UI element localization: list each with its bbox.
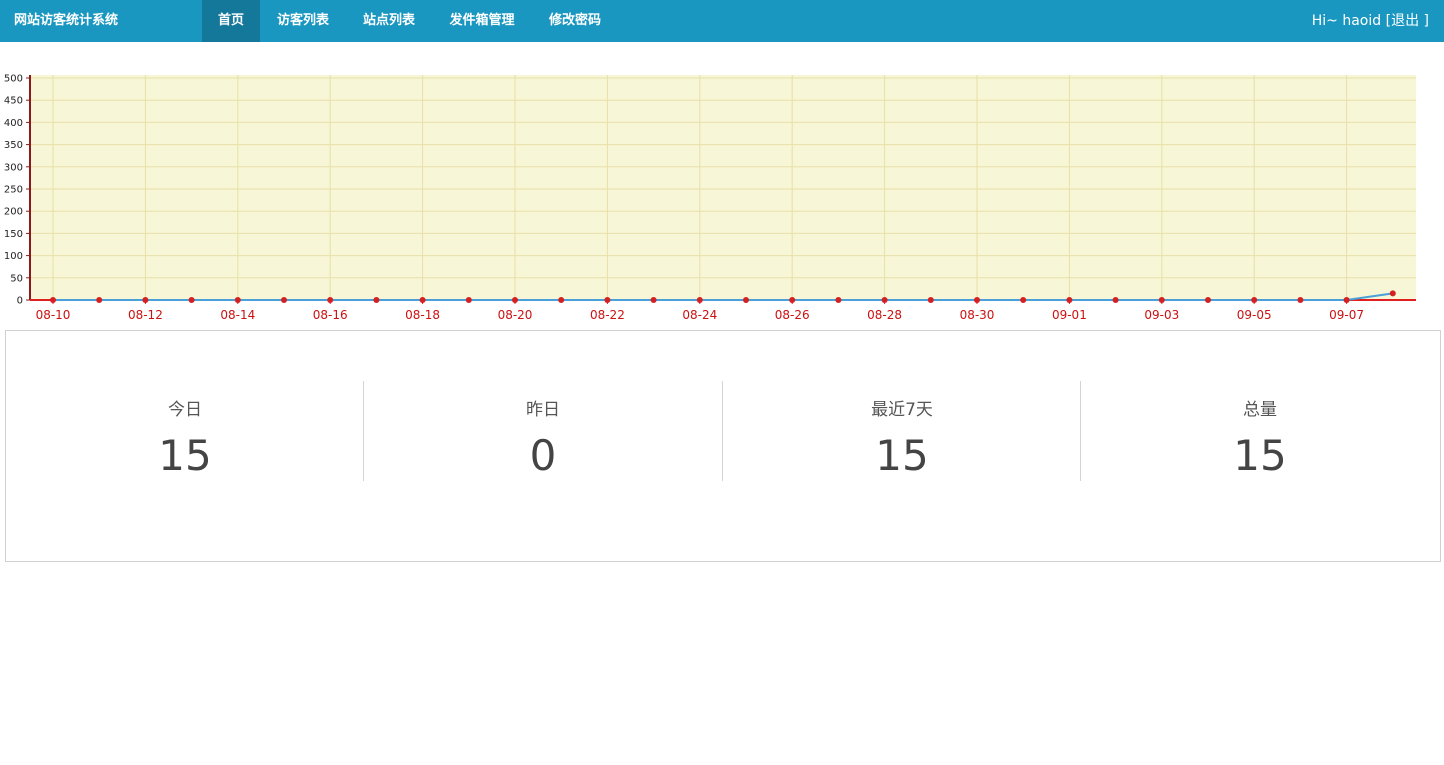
logout-link[interactable]: 退出 (1391, 13, 1419, 29)
y-tick-label: 0 (17, 296, 23, 307)
stat-last-7-days: 最近7天 15 (723, 381, 1081, 481)
x-tick-label: 08-12 (128, 308, 163, 322)
data-point (1343, 297, 1350, 303)
x-tick-label: 08-28 (867, 308, 902, 322)
data-point (465, 297, 472, 303)
data-point (50, 297, 56, 303)
data-point (696, 297, 703, 303)
stat-value: 0 (529, 431, 557, 480)
data-point (974, 297, 980, 303)
user-area: Hi~ haoid [退出 ] (1312, 0, 1429, 42)
y-tick-label: 300 (4, 162, 23, 173)
data-point (835, 297, 842, 303)
x-tick-label: 09-07 (1329, 308, 1364, 322)
data-point (927, 297, 934, 303)
app-title[interactable]: 网站访客统计系统 (14, 0, 118, 42)
data-point (604, 297, 611, 303)
x-tick-label: 08-14 (220, 308, 255, 322)
logout-bracket-close: ] (1423, 13, 1429, 29)
stat-today: 今日 15 (6, 381, 364, 481)
data-point (1066, 297, 1073, 303)
x-tick-label: 08-10 (36, 308, 71, 322)
stat-value: 15 (1233, 431, 1287, 480)
nav-site-list[interactable]: 站点列表 (346, 0, 432, 42)
data-point (558, 297, 565, 303)
data-point (650, 297, 657, 303)
y-tick-label: 450 (4, 96, 23, 107)
stat-value: 15 (875, 431, 929, 480)
data-point (743, 297, 749, 303)
data-point (789, 297, 796, 303)
nav-visitor-list[interactable]: 访客列表 (260, 0, 346, 42)
data-point (188, 297, 195, 303)
x-tick-label: 08-26 (775, 308, 810, 322)
x-tick-label: 08-20 (498, 308, 533, 322)
data-point (142, 297, 149, 303)
x-tick-label: 08-18 (405, 308, 440, 322)
visits-chart: 0 50 100 150 200 250 300 350 400 450 500 08-10 08-12… (0, 62, 1444, 324)
stat-label: 最近7天 (871, 400, 933, 420)
data-point (1112, 297, 1119, 303)
data-point (1158, 297, 1165, 303)
data-point (419, 297, 426, 303)
y-tick-label: 150 (4, 229, 23, 240)
data-point (281, 297, 287, 303)
stats-panel: 今日 15 昨日 0 最近7天 15 总量 15 (5, 330, 1441, 562)
data-point (1297, 297, 1304, 303)
data-point (1389, 290, 1396, 297)
stat-total: 总量 15 (1081, 381, 1439, 481)
data-point (327, 297, 334, 303)
y-tick-label: 500 (4, 74, 23, 85)
data-point (1020, 297, 1027, 303)
data-point (1205, 297, 1211, 303)
data-point (512, 297, 518, 303)
user-greeting: Hi~ haoid (1311, 13, 1382, 29)
top-navbar: 网站访客统计系统 首页 访客列表 站点列表 发件箱管理 修改密码 Hi~ hao… (0, 0, 1444, 42)
x-tick-label: 09-03 (1144, 308, 1179, 322)
stat-yesterday: 昨日 0 (364, 381, 722, 481)
data-point (373, 297, 380, 303)
x-tick-label: 09-05 (1237, 308, 1272, 322)
x-tick-label: 09-01 (1052, 308, 1087, 322)
data-point (96, 297, 103, 303)
data-point (1251, 297, 1258, 303)
stat-label: 今日 (168, 400, 202, 420)
nav-outbox-management[interactable]: 发件箱管理 (432, 0, 532, 42)
visits-line-chart: 0 50 100 150 200 250 300 350 400 450 500 08-10 08-12… (4, 74, 1416, 322)
y-tick-label: 350 (4, 140, 23, 151)
x-tick-label: 08-16 (313, 308, 348, 322)
nav-change-password[interactable]: 修改密码 (532, 0, 618, 42)
stat-label: 昨日 (526, 400, 560, 420)
data-point (234, 297, 241, 303)
y-tick-label: 50 (10, 273, 23, 284)
y-tick-label: 250 (4, 185, 23, 196)
y-tick-label: 200 (4, 207, 23, 218)
x-tick-label: 08-22 (590, 308, 625, 322)
y-tick-label: 400 (4, 118, 23, 129)
x-tick-label: 08-24 (682, 308, 717, 322)
data-point (881, 297, 888, 303)
x-tick-label: 08-30 (960, 308, 995, 322)
stat-value: 15 (158, 431, 212, 480)
y-tick-label: 100 (4, 251, 23, 262)
stat-label: 总量 (1243, 400, 1277, 420)
nav-home[interactable]: 首页 (202, 0, 260, 42)
